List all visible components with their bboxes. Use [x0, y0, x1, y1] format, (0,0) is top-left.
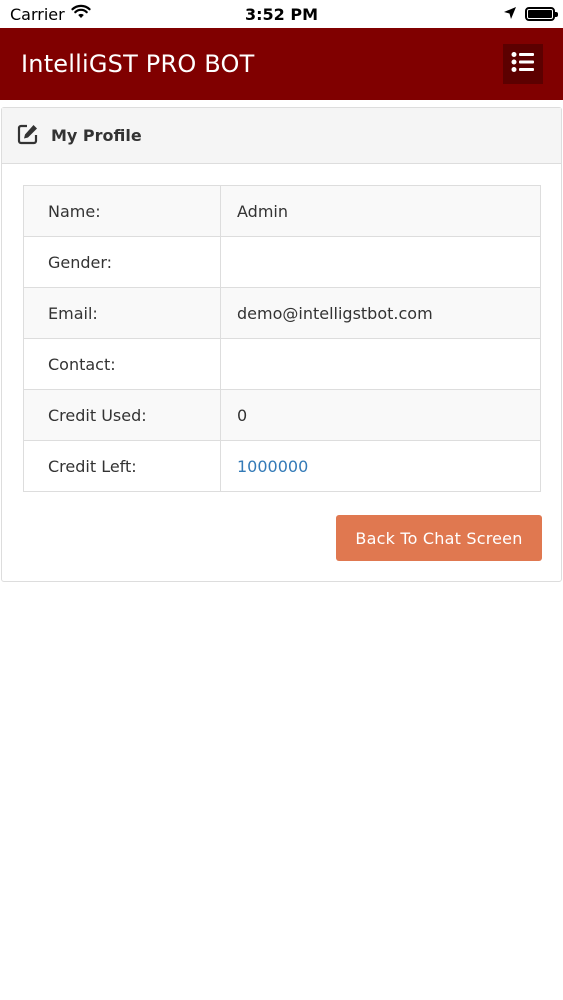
table-row: Gender: [23, 236, 541, 288]
row-value-name: Admin [220, 185, 541, 237]
row-value-contact [220, 338, 541, 390]
row-label-contact: Contact: [23, 338, 221, 390]
wifi-icon [71, 4, 91, 24]
edit-icon [17, 123, 39, 149]
row-value-gender [220, 236, 541, 288]
app-title: IntelliGST PRO BOT [21, 50, 255, 78]
row-label-credit-left: Credit Left: [23, 440, 221, 492]
table-row: Credit Used: 0 [23, 389, 541, 441]
status-bar: Carrier 3:52 PM [0, 0, 563, 28]
status-left: Carrier [10, 4, 91, 24]
status-right [503, 5, 558, 24]
row-label-email: Email: [23, 287, 221, 339]
panel-title: My Profile [51, 126, 142, 145]
table-row: Name: Admin [23, 185, 541, 237]
carrier-label: Carrier [10, 4, 65, 24]
row-value-email: demo@intelligstbot.com [220, 287, 541, 339]
table-row: Credit Left: 1000000 [23, 440, 541, 492]
table-row: Contact: [23, 338, 541, 390]
row-label-credit-used: Credit Used: [23, 389, 221, 441]
app-header: IntelliGST PRO BOT [0, 28, 563, 100]
row-label-gender: Gender: [23, 236, 221, 288]
table-row: Email: demo@intelligstbot.com [23, 287, 541, 339]
credit-left-value: 1000000 [237, 456, 309, 476]
list-menu-icon [511, 51, 535, 77]
location-arrow-icon [503, 5, 517, 24]
back-to-chat-button[interactable]: Back To Chat Screen [336, 515, 542, 561]
menu-button[interactable] [503, 44, 543, 84]
profile-panel: My Profile Name: Admin Gender: Email: de… [1, 107, 562, 582]
battery-icon [525, 7, 558, 21]
profile-table: Name: Admin Gender: Email: demo@intellig… [23, 185, 541, 492]
panel-heading: My Profile [2, 108, 561, 164]
row-value-credit-left: 1000000 [220, 440, 541, 492]
row-value-credit-used: 0 [220, 389, 541, 441]
row-label-name: Name: [23, 185, 221, 237]
